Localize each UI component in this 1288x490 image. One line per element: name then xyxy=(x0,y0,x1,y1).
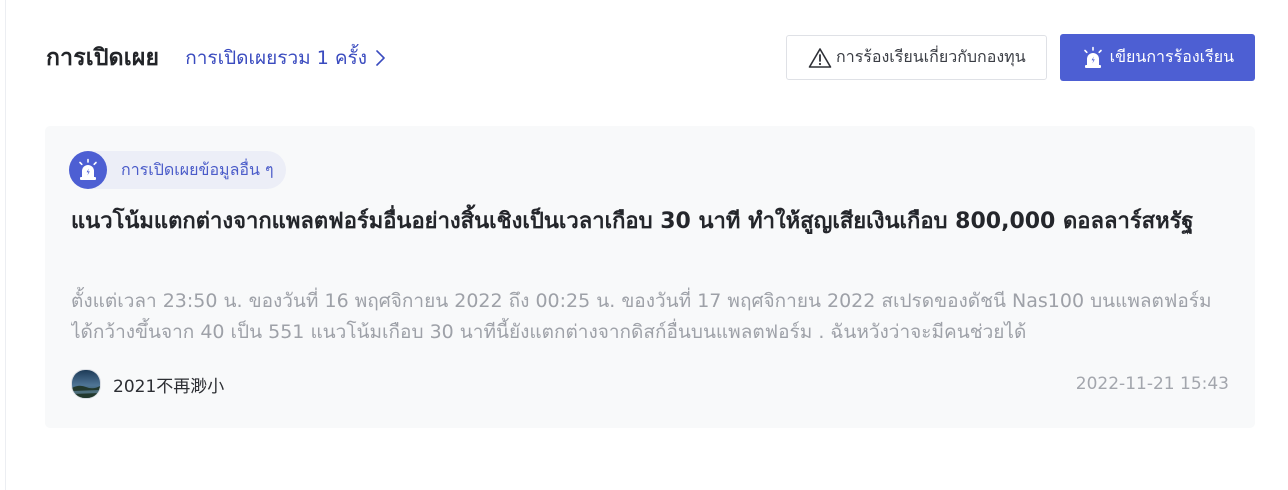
disclosure-title[interactable]: แนวโน้มแตกต่างจากแพลตฟอร์มอื่นอย่างสิ้นเ… xyxy=(71,204,1231,240)
total-disclosures-label: การเปิดเผยรวม 1 ครั้ง xyxy=(185,46,368,69)
disclosure-type-tag: การเปิดเผยข้อมูลอื่น ๆ xyxy=(69,151,286,189)
author-name[interactable]: 2021不再渺小 xyxy=(113,372,224,397)
left-divider xyxy=(5,0,6,490)
chevron-right-icon xyxy=(373,48,387,68)
disclosure-type-label: การเปิดเผยข้อมูลอื่น ๆ xyxy=(121,159,274,179)
alarm-siren-icon xyxy=(69,151,107,189)
disclosure-card[interactable]: การเปิดเผยข้อมูลอื่น ๆ แนวโน้มแตกต่างจาก… xyxy=(45,126,1255,428)
page-title: การเปิดเผย xyxy=(46,44,160,71)
write-complaint-button[interactable]: เขียนการร้องเรียน xyxy=(1059,34,1255,81)
warning-triangle-icon xyxy=(808,47,832,69)
disclosure-header: การเปิดเผย การเปิดเผยรวม 1 ครั้ง การร้อง… xyxy=(46,34,1255,81)
fund-complaint-button[interactable]: การร้องเรียนเกี่ยวกับกองทุน xyxy=(786,35,1047,80)
header-actions: การร้องเรียนเกี่ยวกับกองทุน เขียนการร้อง… xyxy=(786,34,1255,81)
disclosure-footer: 2021不再渺小 2022-11-21 15:43 xyxy=(71,368,1229,400)
post-timestamp: 2022-11-21 15:43 xyxy=(1075,374,1229,394)
write-complaint-label: เขียนการร้องเรียน xyxy=(1109,47,1234,66)
disclosure-excerpt: ตั้งแต่เวลา 23:50 น. ของวันที่ 16 พฤศจิก… xyxy=(71,290,1212,343)
avatar[interactable] xyxy=(71,369,101,399)
total-disclosures-link[interactable]: การเปิดเผยรวม 1 ครั้ง xyxy=(185,43,387,73)
alarm-siren-icon xyxy=(1081,46,1105,70)
fund-complaint-label: การร้องเรียนเกี่ยวกับกองทุน xyxy=(836,47,1026,66)
